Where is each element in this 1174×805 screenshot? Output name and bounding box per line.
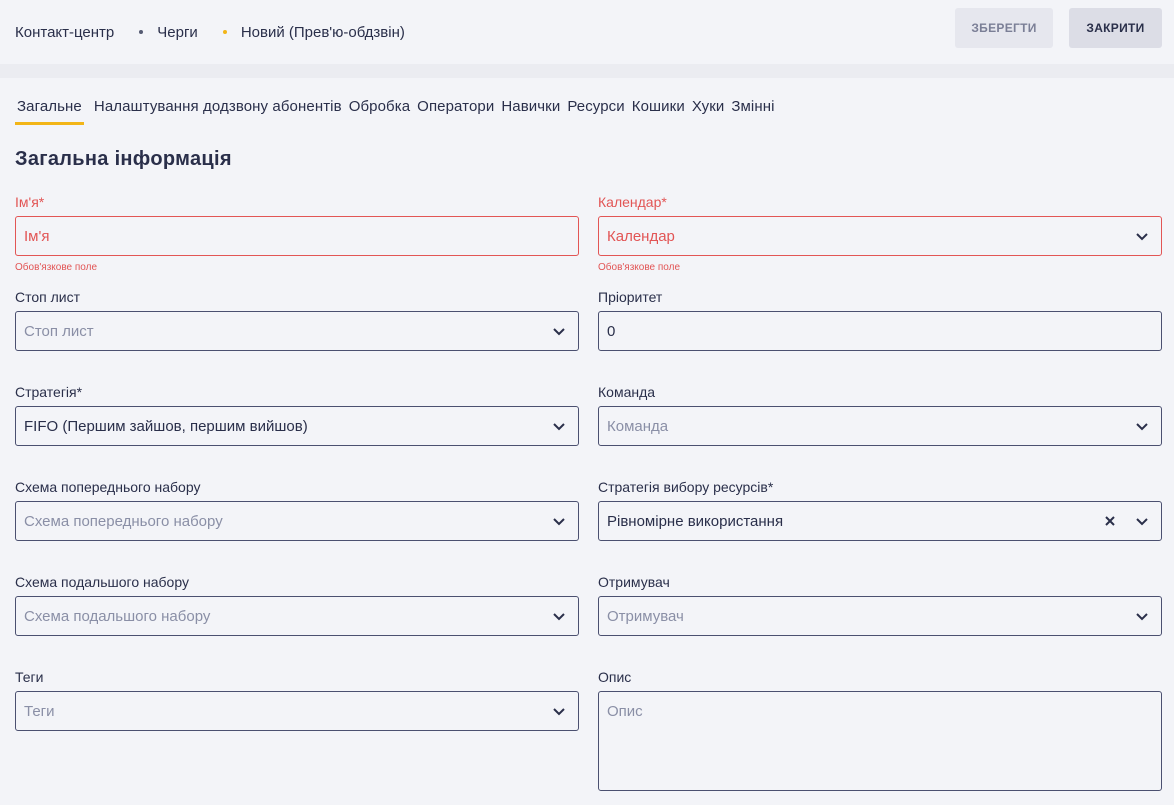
clear-icon[interactable] (1103, 514, 1117, 528)
resource-strategy-field-group: Стратегія вибору ресурсів* Рівномірне ви… (598, 479, 1162, 541)
tab-dialing-settings[interactable]: Налаштування додзвону абонентів (94, 98, 342, 125)
resource-strategy-label: Стратегія вибору ресурсів* (598, 479, 774, 495)
tab-hooks[interactable]: Хуки (692, 98, 725, 125)
breadcrumb-separator (139, 30, 144, 34)
tab-operators[interactable]: Оператори (417, 98, 494, 125)
post-scheme-label: Схема подальшого набору (15, 574, 189, 590)
chevron-down-icon[interactable] (552, 325, 566, 337)
recipient-select[interactable]: Отримувач (598, 596, 1162, 636)
post-scheme-field-group: Схема подальшого набору Схема подальшого… (15, 574, 579, 636)
priority-field-group: Пріоритет (598, 289, 1162, 351)
recipient-field-group: Отримувач Отримувач (598, 574, 1162, 636)
chevron-down-icon[interactable] (552, 610, 566, 622)
stoplist-field-group: Стоп лист Стоп лист (15, 289, 579, 351)
save-button[interactable]: ЗБЕРЕГТИ (955, 8, 1053, 48)
breadcrumb-queues[interactable]: Черги (157, 24, 198, 41)
chevron-down-icon[interactable] (552, 420, 566, 432)
chevron-down-icon[interactable] (1135, 610, 1149, 622)
pre-scheme-field-group: Схема попереднього набору Схема попередн… (15, 479, 579, 541)
team-placeholder: Команда (607, 417, 669, 435)
breadcrumb-current: Новий (Прев'ю-обдзвін) (240, 23, 405, 41)
team-select[interactable]: Команда (598, 406, 1162, 446)
chevron-down-icon[interactable] (1135, 230, 1149, 242)
priority-field[interactable] (598, 311, 1162, 351)
strategy-value: FIFO (Першим зайшов, першим вийшов) (24, 417, 308, 435)
chevron-down-icon[interactable] (1135, 515, 1149, 527)
name-field[interactable] (15, 216, 579, 256)
name-label: Ім'я* (15, 194, 45, 210)
post-scheme-select[interactable]: Схема подальшого набору (15, 596, 579, 636)
name-field-group: Ім'я* Обов'язкове поле (15, 194, 579, 273)
pre-scheme-select[interactable]: Схема попереднього набору (15, 501, 579, 541)
team-field-group: Команда Команда (598, 384, 1162, 446)
stoplist-select[interactable]: Стоп лист (15, 311, 579, 351)
breadcrumb-contact-center[interactable]: Контакт-центр (15, 24, 114, 41)
description-label: Опис (598, 669, 632, 685)
post-scheme-placeholder: Схема подальшого набору (24, 607, 211, 625)
description-textarea[interactable]: Опис (598, 691, 1162, 791)
stoplist-placeholder: Стоп лист (24, 322, 94, 340)
tags-placeholder: Теги (24, 702, 55, 720)
tags-label: Теги (15, 669, 44, 685)
recipient-label: Отримувач (598, 574, 670, 590)
tab-processing[interactable]: Обробка (349, 98, 410, 125)
strategy-select[interactable]: FIFO (Першим зайшов, першим вийшов) (15, 406, 579, 446)
tab-skills[interactable]: Навички (501, 98, 560, 125)
tab-variables[interactable]: Змінні (731, 98, 774, 125)
page-header: Контакт-центр Черги Новий (Прев'ю-обдзві… (0, 0, 1174, 64)
team-label: Команда (598, 384, 656, 400)
chevron-down-icon[interactable] (552, 705, 566, 717)
tags-field-group: Теги Теги (15, 669, 579, 731)
header-divider (0, 64, 1174, 78)
priority-label: Пріоритет (598, 289, 663, 305)
tab-resources[interactable]: Ресурси (567, 98, 624, 125)
chevron-down-icon[interactable] (1135, 420, 1149, 432)
breadcrumb-separator-current (222, 30, 227, 34)
stoplist-label: Стоп лист (15, 289, 81, 305)
calendar-label: Календар* (598, 194, 667, 210)
recipient-placeholder: Отримувач (607, 607, 684, 625)
pre-scheme-placeholder: Схема попереднього набору (24, 512, 223, 530)
calendar-placeholder: Календар (607, 227, 675, 245)
description-placeholder: Опис (607, 703, 643, 720)
name-input[interactable] (24, 227, 570, 245)
name-required-hint: Обов'язкове поле (15, 262, 98, 273)
calendar-required-hint: Обов'язкове поле (598, 262, 681, 273)
tab-bar: Загальне Налаштування додзвону абонентів… (15, 98, 782, 125)
chevron-down-icon[interactable] (552, 515, 566, 527)
close-button[interactable]: ЗАКРИТИ (1069, 8, 1162, 48)
description-field-group: Опис Опис (598, 669, 1162, 791)
strategy-label: Стратегія* (15, 384, 83, 400)
tab-buckets[interactable]: Кошики (632, 98, 685, 125)
tab-general[interactable]: Загальне (15, 98, 84, 125)
header-actions: ЗБЕРЕГТИ ЗАКРИТИ (955, 8, 1162, 48)
priority-input[interactable] (607, 322, 1153, 340)
tags-select[interactable]: Теги (15, 691, 579, 731)
section-title: Загальна інформація (15, 148, 232, 170)
pre-scheme-label: Схема попереднього набору (15, 479, 201, 495)
resource-strategy-value: Рівномірне використання (607, 512, 784, 530)
strategy-field-group: Стратегія* FIFO (Першим зайшов, першим в… (15, 384, 579, 446)
calendar-field-group: Календар* Календар Обов'язкове поле (598, 194, 1162, 273)
calendar-select[interactable]: Календар (598, 216, 1162, 256)
resource-strategy-select[interactable]: Рівномірне використання (598, 501, 1162, 541)
